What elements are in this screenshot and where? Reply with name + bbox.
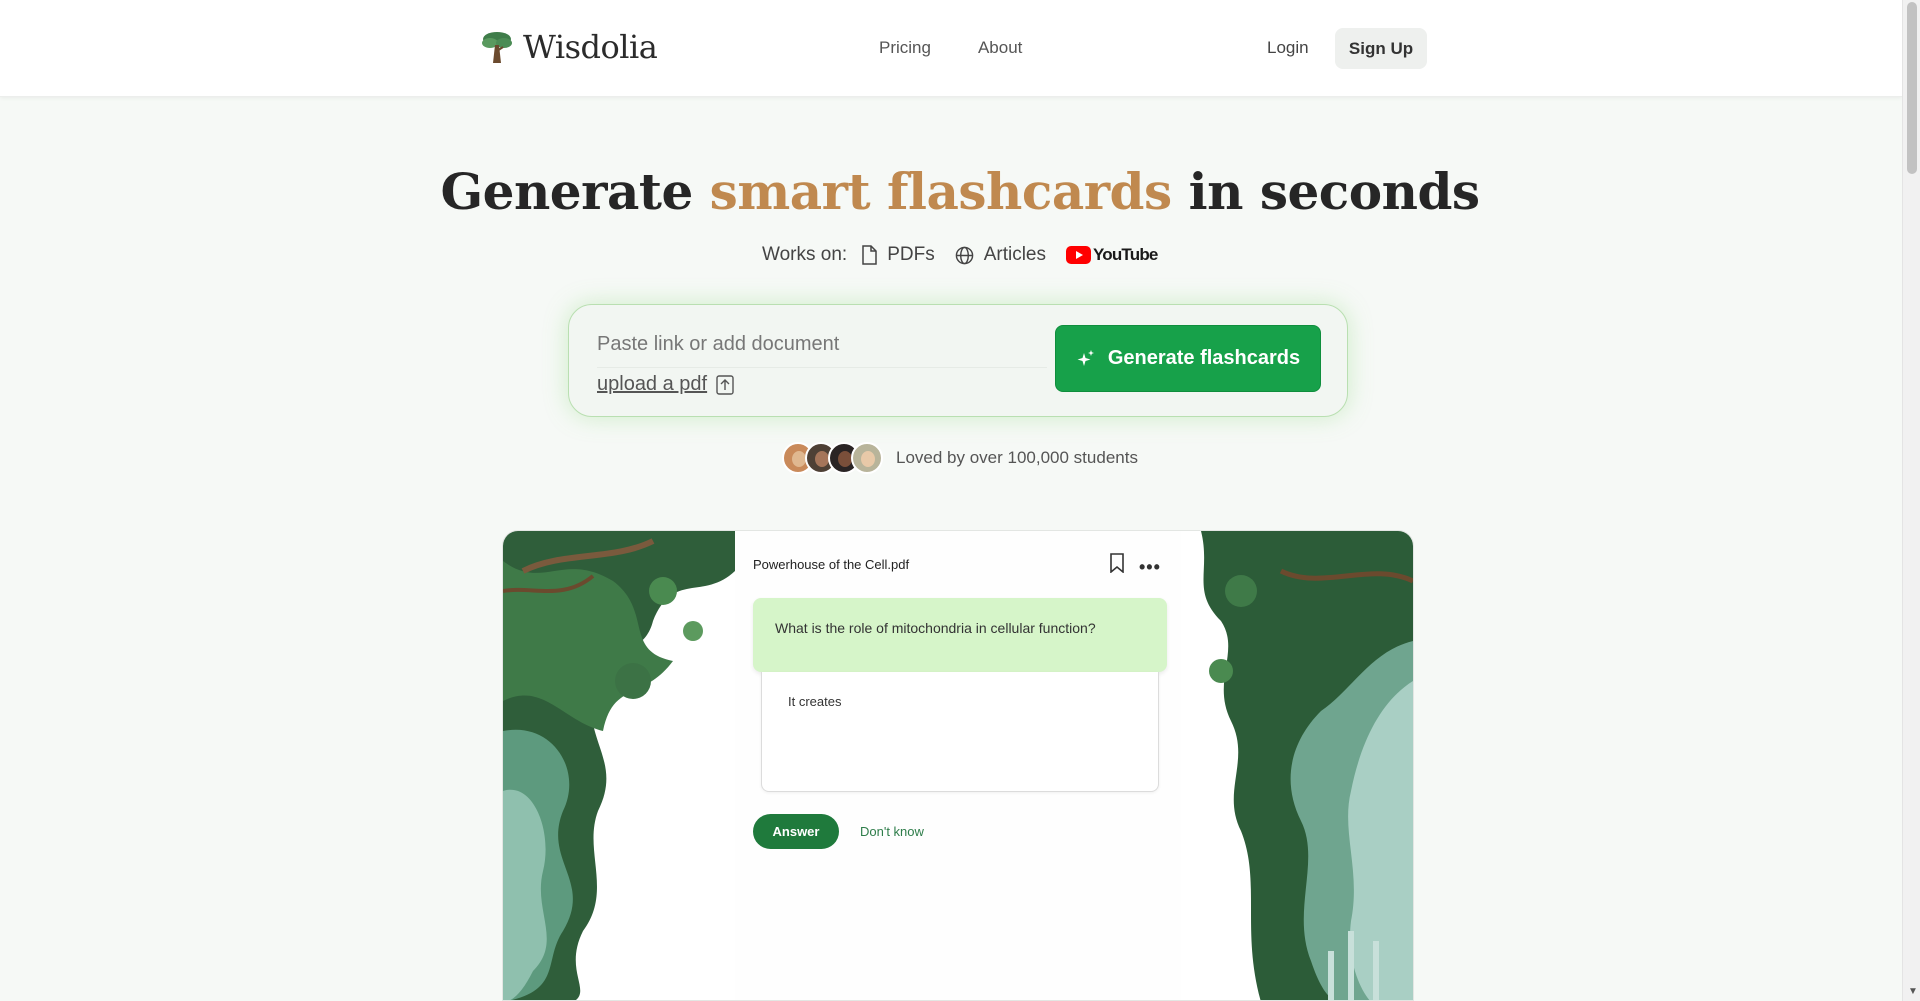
source-articles-label: Articles: [983, 244, 1046, 265]
forest-illustration-left: [503, 531, 735, 1000]
login-link[interactable]: Login: [1267, 38, 1309, 58]
bookmark-icon[interactable]: [1109, 553, 1125, 573]
more-horizontal-icon[interactable]: •••: [1139, 557, 1161, 578]
scrollbar-thumb[interactable]: [1907, 2, 1917, 174]
headline-accent: smart flashcards: [709, 162, 1173, 221]
source-pdfs: PDFs: [861, 244, 935, 266]
document-icon: [862, 245, 877, 265]
main-nav: Pricing About: [879, 38, 1022, 58]
loved-by-text: Loved by over 100,000 students: [896, 448, 1138, 467]
answer-input[interactable]: It creates: [761, 672, 1159, 792]
youtube-label: YouTube: [1092, 245, 1158, 264]
nav-about[interactable]: About: [978, 38, 1022, 58]
page-headline: Generate smart flashcards in seconds: [0, 162, 1920, 221]
headline-end: in seconds: [1171, 162, 1480, 221]
flashcard-question: What is the role of mitochondria in cell…: [753, 598, 1167, 672]
generate-button-label: Generate flashcards: [1107, 347, 1301, 369]
upload-pdf-label: upload a pdf: [597, 373, 708, 395]
globe-icon: [955, 246, 973, 264]
generate-flashcards-button[interactable]: Generate flashcards: [1055, 325, 1321, 392]
scroll-down-arrow-icon[interactable]: ▼: [1908, 986, 1918, 997]
sparkles-icon: [1077, 349, 1094, 366]
headline-start: Generate: [440, 162, 710, 221]
vertical-scrollbar[interactable]: ▼: [1902, 0, 1920, 1001]
social-proof: Loved by over 100,000 students: [782, 442, 1138, 474]
source-articles: Articles: [955, 244, 1046, 266]
nav-pricing[interactable]: Pricing: [879, 38, 931, 58]
link-input[interactable]: Paste link or add document: [597, 333, 839, 356]
youtube-logo: YouTube: [1065, 245, 1158, 265]
brand-logo[interactable]: Wisdolia: [481, 28, 658, 66]
works-on-label: Works on:: [762, 244, 848, 265]
signup-button[interactable]: Sign Up: [1335, 28, 1427, 69]
flashcard-panel: Powerhouse of the Cell.pdf ••• What is t…: [735, 531, 1183, 1000]
forest-illustration-right: [1181, 531, 1413, 1000]
upload-pdf-link[interactable]: upload a pdf: [597, 373, 734, 396]
flashcard-input-card: Paste link or add document upload a pdf …: [568, 304, 1348, 417]
answer-button[interactable]: Answer: [753, 814, 839, 849]
avatar: [851, 442, 883, 474]
site-header: Wisdolia Pricing About Login Sign Up: [0, 0, 1902, 97]
tree-icon: [482, 32, 512, 63]
youtube-play-icon: [1065, 246, 1091, 264]
document-title: Powerhouse of the Cell.pdf: [753, 557, 910, 572]
upload-icon: [716, 374, 734, 395]
dont-know-button[interactable]: Don't know: [860, 824, 924, 839]
supported-sources: Works on: PDFs Articles YouTube: [762, 244, 1158, 266]
brand-name: Wisdolia: [523, 28, 658, 66]
input-divider: [597, 367, 1047, 368]
demo-preview: Powerhouse of the Cell.pdf ••• What is t…: [502, 530, 1414, 1001]
source-pdfs-label: PDFs: [887, 244, 935, 265]
